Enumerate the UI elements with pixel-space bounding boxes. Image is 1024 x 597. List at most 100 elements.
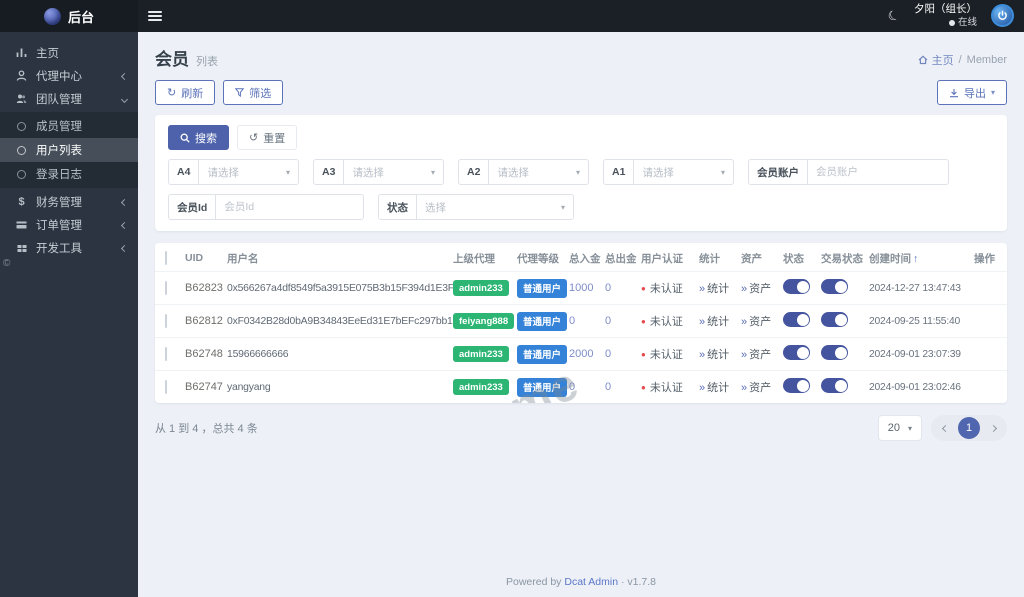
trade-status-toggle[interactable] <box>821 345 848 360</box>
sidebar-item-user-list[interactable]: 用户列表 <box>0 138 138 162</box>
sidebar-item-home[interactable]: 主页 <box>0 41 138 64</box>
status-toggle[interactable] <box>783 279 810 294</box>
status-toggle[interactable] <box>783 378 810 393</box>
sidebar-item-login-log[interactable]: 登录日志 <box>0 162 138 186</box>
refresh-icon: ↻ <box>167 87 177 99</box>
a1-select[interactable]: 请选择 ▾ <box>634 160 733 184</box>
sidebar-item-label: 代理中心 <box>36 70 82 83</box>
sidebar: 后台 主页 代理中心 团队管理 成员管理 用户列表 登录日志 $ 财务管理 订单… <box>0 0 138 597</box>
status-dot-icon: ● <box>641 317 646 326</box>
chevron-down-icon: ▾ <box>907 423 912 433</box>
total-in-cell: 1000 <box>569 282 594 294</box>
stats-link[interactable]: » 统计 <box>699 313 741 329</box>
sidebar-item-orders[interactable]: 订单管理 <box>0 213 138 236</box>
created-at-cell: 2024-09-01 23:02:46 <box>869 381 961 393</box>
sidebar-item-dev-tools[interactable]: 开发工具 <box>0 236 138 259</box>
member-id-input[interactable] <box>224 201 355 213</box>
hamburger-menu-icon[interactable] <box>148 11 162 21</box>
user-menu[interactable]: 夕阳（组长） 在线 <box>914 3 977 29</box>
grid-icon <box>15 243 28 253</box>
select-all-checkbox[interactable] <box>165 251 167 265</box>
main-area: ☾ 夕阳（组长） 在线 会员 列表 主页 / Member ↻ 刷新 筛选 导出… <box>138 0 1024 597</box>
sidebar-item-agent-center[interactable]: 代理中心 <box>0 64 138 87</box>
row-checkbox[interactable] <box>165 347 167 361</box>
stats-link[interactable]: » 统计 <box>699 280 741 296</box>
page-size-select[interactable]: 20 ▾ <box>877 415 922 441</box>
status-dot-icon: ● <box>641 284 646 293</box>
export-button[interactable]: 导出 ▾ <box>936 80 1007 105</box>
filter-field-a4: A4 请选择 ▾ <box>168 159 299 185</box>
table-row: B62812 0xF0342B28d0bA9B34843EeEd31E7bEFc… <box>155 304 1007 337</box>
a3-select[interactable]: 请选择 ▾ <box>344 160 443 184</box>
chevron-down-icon: ▾ <box>575 167 580 177</box>
trade-status-toggle[interactable] <box>821 279 848 294</box>
chevron-down-icon: ▾ <box>285 167 290 177</box>
circle-icon <box>15 145 28 155</box>
a2-select[interactable]: 请选择 ▾ <box>489 160 588 184</box>
a4-select[interactable]: 请选择 ▾ <box>199 160 298 184</box>
agent-badge: admin233 <box>453 280 509 296</box>
row-checkbox[interactable] <box>165 314 167 328</box>
pagination: 从 1 到 4 ，总共 4 条 20 ▾ 1 <box>155 415 1007 441</box>
status-dot-icon: ● <box>641 383 646 392</box>
circle-icon <box>15 169 28 179</box>
next-page-button[interactable] <box>982 417 1004 439</box>
sidebar-submenu-team: 成员管理 用户列表 登录日志 <box>0 112 138 188</box>
filter-field-account: 会员账户 <box>748 159 949 185</box>
sidebar-menu: 主页 代理中心 团队管理 成员管理 用户列表 登录日志 $ 财务管理 订单管理 … <box>0 32 138 259</box>
trade-status-toggle[interactable] <box>821 312 848 327</box>
row-checkbox[interactable] <box>165 281 167 295</box>
refresh-button[interactable]: ↻ 刷新 <box>155 80 216 105</box>
breadcrumb-home-link[interactable]: 主页 <box>918 52 954 68</box>
total-in-cell: 2000 <box>569 348 594 360</box>
dcat-admin-link[interactable]: Dcat Admin <box>564 576 618 588</box>
chevron-left-icon <box>120 219 129 231</box>
agent-badge: feiyang888 <box>453 313 515 329</box>
assets-link[interactable]: » 资产 <box>741 346 783 362</box>
sidebar-item-member-manage[interactable]: 成员管理 <box>0 114 138 138</box>
filter-button[interactable]: 筛选 <box>223 80 284 105</box>
chevron-down-icon <box>120 93 129 105</box>
footer: Powered by Dcat Admin · v1.7.8 <box>505 576 657 588</box>
status-dot-icon: ● <box>641 350 646 359</box>
app-logo[interactable]: 后台 <box>0 0 138 32</box>
username-cell: 15966666666 <box>227 348 289 360</box>
stats-link[interactable]: » 统计 <box>699 346 741 362</box>
dollar-icon: $ <box>18 195 25 208</box>
auth-cell: ● 未认证 <box>641 316 683 328</box>
user-icon <box>15 70 28 81</box>
sidebar-item-label: 订单管理 <box>36 219 82 232</box>
assets-link[interactable]: » 资产 <box>741 280 783 296</box>
search-button[interactable]: 搜索 <box>168 125 229 150</box>
sidebar-item-team[interactable]: 团队管理 <box>0 87 138 110</box>
status-select[interactable]: 选择 ▾ <box>417 195 573 219</box>
copyright-watermark: © <box>3 258 11 269</box>
users-icon <box>15 93 28 104</box>
chevron-left-icon <box>120 70 129 82</box>
filter-field-a1: A1 请选择 ▾ <box>603 159 734 185</box>
uid-cell: B62748 <box>185 348 223 360</box>
username-cell: 0xF0342B28d0bA9B34843EeEd31E7bEFc297bb1d… <box>227 315 453 327</box>
assets-link[interactable]: » 资产 <box>741 379 783 395</box>
grid-toolbar: ↻ 刷新 筛选 导出 ▾ <box>155 80 1007 105</box>
status-toggle[interactable] <box>783 312 810 327</box>
uid-cell: B62747 <box>185 381 223 393</box>
page-button-1[interactable]: 1 <box>958 417 980 439</box>
assets-link[interactable]: » 资产 <box>741 313 783 329</box>
status-toggle[interactable] <box>783 345 810 360</box>
created-at-sort[interactable]: 创建时间 ↑ <box>869 251 969 266</box>
logo-sphere-icon <box>43 7 61 25</box>
row-checkbox[interactable] <box>165 380 167 394</box>
prev-page-button[interactable] <box>934 417 956 439</box>
agent-badge: admin233 <box>453 379 509 395</box>
sidebar-item-finance[interactable]: $ 财务管理 <box>0 190 138 213</box>
member-account-input[interactable] <box>816 166 940 178</box>
dark-mode-toggle-icon[interactable]: ☾ <box>886 6 903 25</box>
circle-icon <box>15 121 28 131</box>
stats-link[interactable]: » 统计 <box>699 379 741 395</box>
avatar[interactable] <box>991 4 1014 28</box>
sidebar-item-label: 主页 <box>36 47 59 60</box>
trade-status-toggle[interactable] <box>821 378 848 393</box>
reset-button[interactable]: ↺ 重置 <box>237 125 298 150</box>
table-row: B62747 yangyang admin233 普通用户 0 0 ● 未认证 »… <box>155 370 1007 403</box>
